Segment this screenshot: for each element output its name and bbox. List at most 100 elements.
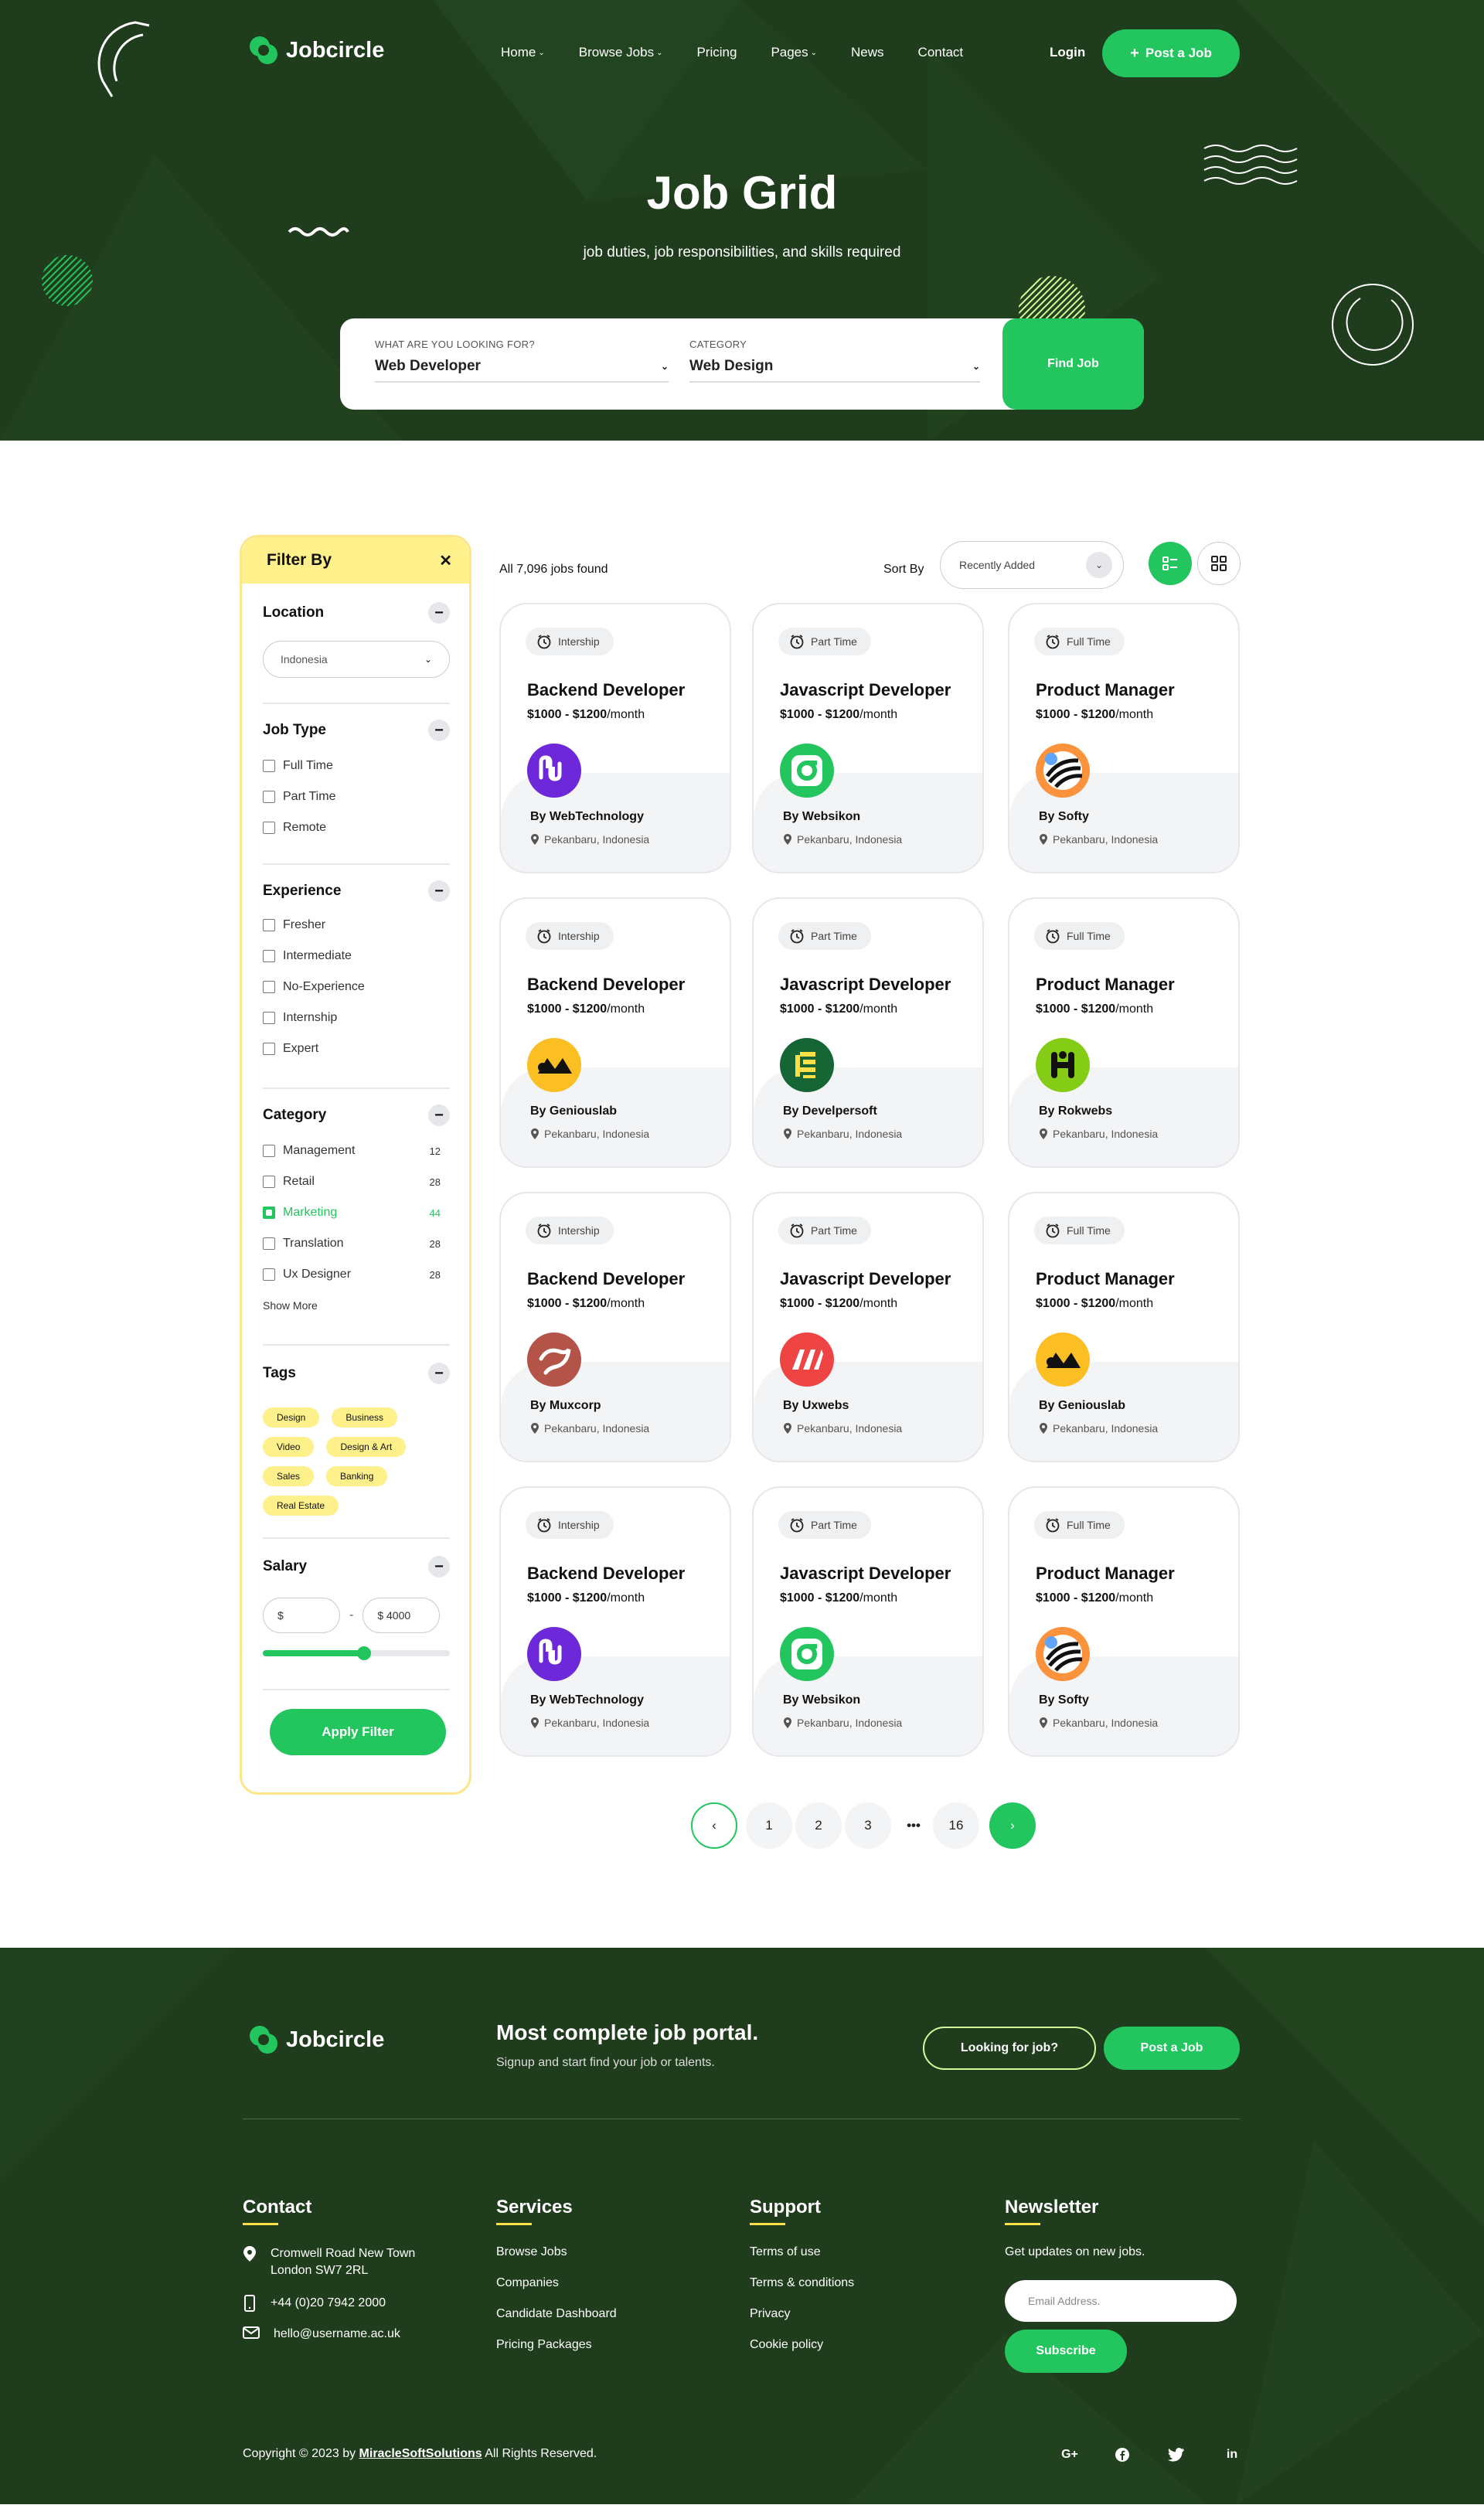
company-name[interactable]: By WebTechnology xyxy=(530,810,644,824)
company-name[interactable]: By Websikon xyxy=(783,810,860,824)
footer-post-job-button[interactable]: Post a Job xyxy=(1104,2027,1240,2070)
find-job-button[interactable]: Find Job xyxy=(1002,318,1144,410)
salary-range-handle[interactable] xyxy=(356,1646,371,1660)
tag-chip[interactable]: Design & Art xyxy=(326,1437,407,1457)
checkbox[interactable] xyxy=(263,822,275,834)
prev-page-button[interactable]: ‹ xyxy=(691,1802,737,1849)
job-card[interactable]: Full Time Product Manager $1000 - $1200/mo… xyxy=(1008,1192,1240,1462)
copyright-brand-link[interactable]: MiracleSoftSolutions xyxy=(359,2447,482,2460)
experience-option[interactable]: No-Experience xyxy=(263,972,450,1002)
checkbox[interactable] xyxy=(263,1268,275,1281)
checkbox[interactable] xyxy=(263,760,275,772)
category-option[interactable]: Ux Designer 28 xyxy=(263,1259,450,1290)
newsletter-email-input[interactable]: Email Address. xyxy=(1005,2280,1237,2322)
checkbox[interactable] xyxy=(263,919,275,931)
category-field[interactable]: CATEGORY Web Design ⌄ xyxy=(689,339,980,383)
collapse-icon[interactable]: − xyxy=(428,720,450,741)
nav-home[interactable]: Home ⌄ xyxy=(501,45,545,60)
tag-chip[interactable]: Business xyxy=(332,1407,398,1428)
location-select[interactable]: Indonesia ⌄ xyxy=(263,641,450,678)
company-name[interactable]: By Softy xyxy=(1039,810,1089,824)
nav-contact[interactable]: Contact xyxy=(918,45,964,60)
category-option-selected[interactable]: Marketing 44 xyxy=(263,1197,450,1228)
job-card[interactable]: Full Time Product Manager $1000 - $1200/mo… xyxy=(1008,603,1240,873)
company-name[interactable]: By Websikon xyxy=(783,1693,860,1707)
footer-brand-logo[interactable]: Jobcircle xyxy=(247,2023,384,2056)
list-view-button[interactable] xyxy=(1149,542,1192,585)
tag-chip[interactable]: Banking xyxy=(326,1466,388,1486)
facebook-icon[interactable] xyxy=(1107,2439,1138,2470)
job-type-option[interactable]: Remote xyxy=(263,812,450,843)
company-name[interactable]: By Muxcorp xyxy=(530,1399,601,1413)
nav-news[interactable]: News xyxy=(851,45,884,60)
page-button[interactable]: 2 xyxy=(795,1802,842,1849)
checkbox[interactable] xyxy=(263,791,275,803)
company-name[interactable]: By Develpersoft xyxy=(783,1104,877,1118)
category-option[interactable]: Retail 28 xyxy=(263,1166,450,1197)
salary-min-input[interactable]: $ xyxy=(263,1598,340,1633)
job-title[interactable]: Product Manager xyxy=(1036,1269,1175,1289)
post-job-button[interactable]: + Post a Job xyxy=(1102,29,1240,77)
job-card[interactable]: Part Time Javascript Developer $1000 - $12… xyxy=(752,1486,984,1757)
checkbox[interactable] xyxy=(263,1145,275,1157)
job-card[interactable]: Part Time Javascript Developer $1000 - $12… xyxy=(752,1192,984,1462)
tag-chip[interactable]: Design xyxy=(263,1407,320,1428)
job-title[interactable]: Backend Developer xyxy=(527,1564,685,1584)
phone-number[interactable]: +44 (0)20 7942 2000 xyxy=(271,2295,386,2312)
company-name[interactable]: By WebTechnology xyxy=(530,1693,644,1707)
job-title[interactable]: Javascript Developer xyxy=(780,1564,951,1584)
twitter-icon[interactable] xyxy=(1161,2439,1192,2470)
company-name[interactable]: By Softy xyxy=(1039,1693,1089,1707)
tag-chip[interactable]: Video xyxy=(263,1437,315,1457)
checkbox[interactable] xyxy=(263,950,275,962)
footer-link[interactable]: Candidate Dashboard xyxy=(496,2307,617,2321)
job-title[interactable]: Backend Developer xyxy=(527,1269,685,1289)
experience-option[interactable]: Fresher xyxy=(263,910,450,941)
company-name[interactable]: By Rokwebs xyxy=(1039,1104,1112,1118)
category-option[interactable]: Translation 28 xyxy=(263,1228,450,1259)
job-title[interactable]: Product Manager xyxy=(1036,975,1175,995)
sort-select[interactable]: Recently Added ⌄ xyxy=(940,541,1124,589)
experience-option[interactable]: Expert xyxy=(263,1033,450,1064)
collapse-icon[interactable]: − xyxy=(428,1556,450,1578)
tag-chip[interactable]: Sales xyxy=(263,1466,315,1486)
job-type-option[interactable]: Full Time xyxy=(263,750,450,781)
collapse-icon[interactable]: − xyxy=(428,880,450,902)
checkbox[interactable] xyxy=(263,1012,275,1024)
brand-logo[interactable]: Jobcircle xyxy=(247,34,384,66)
job-card[interactable]: Intership Backend Developer $1000 - $1200/… xyxy=(499,1486,731,1757)
collapse-icon[interactable]: − xyxy=(428,1363,450,1384)
footer-link[interactable]: Terms of use xyxy=(750,2245,854,2259)
checkbox[interactable] xyxy=(263,1043,275,1055)
checkbox[interactable] xyxy=(263,981,275,993)
grid-view-button[interactable] xyxy=(1197,542,1241,585)
job-type-option[interactable]: Part Time xyxy=(263,781,450,812)
apply-filter-button[interactable]: Apply Filter xyxy=(270,1709,446,1755)
job-title[interactable]: Javascript Developer xyxy=(780,680,951,700)
footer-link[interactable]: Browse Jobs xyxy=(496,2245,617,2259)
email-address[interactable]: hello@username.ac.uk xyxy=(274,2326,400,2343)
page-button[interactable]: 16 xyxy=(933,1802,979,1849)
login-link[interactable]: Login xyxy=(1050,45,1085,60)
subscribe-button[interactable]: Subscribe xyxy=(1005,2330,1127,2373)
job-title[interactable]: Javascript Developer xyxy=(780,1269,951,1289)
looking-for-job-button[interactable]: Looking for job? xyxy=(923,2027,1096,2070)
checkbox[interactable] xyxy=(263,1176,275,1188)
job-title[interactable]: Javascript Developer xyxy=(780,975,951,995)
job-title[interactable]: Backend Developer xyxy=(527,680,685,700)
close-icon[interactable]: ✕ xyxy=(439,551,452,570)
nav-pricing[interactable]: Pricing xyxy=(696,45,737,60)
collapse-icon[interactable]: − xyxy=(428,1104,450,1126)
job-title[interactable]: Product Manager xyxy=(1036,680,1175,700)
experience-option[interactable]: Intermediate xyxy=(263,941,450,972)
job-card[interactable]: Intership Backend Developer $1000 - $1200/… xyxy=(499,1192,731,1462)
footer-link[interactable]: Pricing Packages xyxy=(496,2338,617,2352)
checkbox[interactable] xyxy=(263,1237,275,1250)
job-title[interactable]: Product Manager xyxy=(1036,1564,1175,1584)
job-card[interactable]: Part Time Javascript Developer $1000 - $12… xyxy=(752,897,984,1168)
company-name[interactable]: By Uxwebs xyxy=(783,1399,849,1413)
nav-browse-jobs[interactable]: Browse Jobs ⌄ xyxy=(579,45,663,60)
job-title[interactable]: Backend Developer xyxy=(527,975,685,995)
company-name[interactable]: By Geniouslab xyxy=(530,1104,617,1118)
show-more-link[interactable]: Show More xyxy=(263,1299,450,1312)
